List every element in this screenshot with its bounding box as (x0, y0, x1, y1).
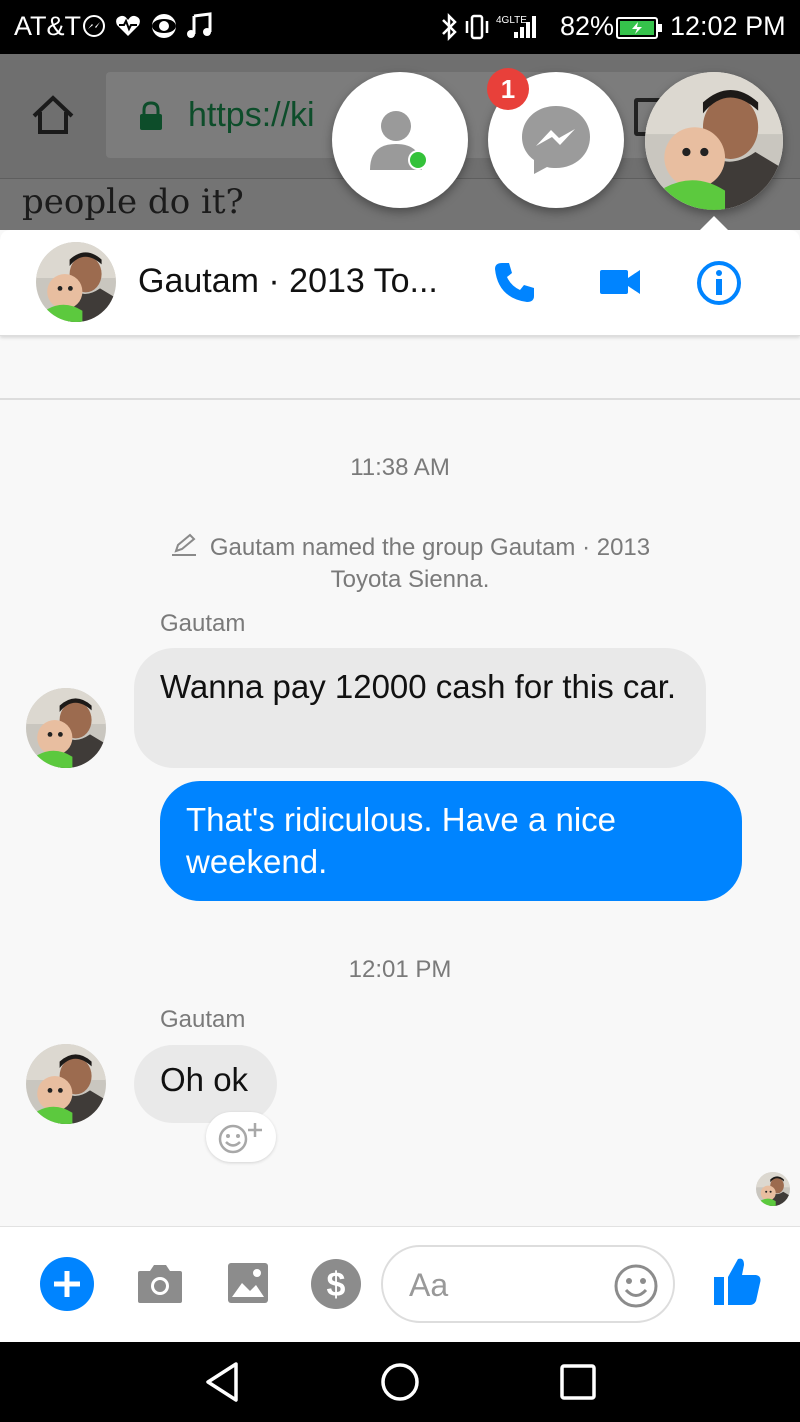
home-icon[interactable] (380, 1362, 420, 1402)
sender-avatar[interactable] (26, 1044, 106, 1124)
incoming-message[interactable]: Oh ok (134, 1045, 277, 1123)
conversation-title[interactable]: Gautam · 2013 To... (138, 262, 438, 301)
vibrate-icon (465, 14, 489, 40)
message-input-container[interactable] (381, 1245, 675, 1323)
phone-icon[interactable] (492, 260, 536, 304)
notification-icons (82, 12, 212, 40)
timestamp: 12:01 PM (348, 956, 452, 983)
heart-rate-icon (116, 15, 140, 37)
url-text: https://ki (188, 96, 315, 134)
page-text: people do it? (22, 182, 244, 222)
divider (0, 398, 800, 400)
incoming-message[interactable]: Wanna pay 12000 cash for this car. (134, 648, 706, 768)
unread-badge: 1 (487, 68, 529, 110)
plus-icon[interactable] (40, 1257, 94, 1311)
svg-text:4GLTE: 4GLTE (496, 15, 527, 26)
contact-avatar (645, 72, 783, 210)
message-input[interactable] (407, 1263, 611, 1307)
timestamp: 11:38 AM (350, 454, 450, 481)
add-reaction-button[interactable] (206, 1112, 276, 1162)
battery-icon (616, 17, 662, 39)
video-camera-icon[interactable] (598, 262, 642, 302)
group-rename-notice: Gautam named the group Gautam · 2013 Toy… (140, 532, 680, 596)
chat-panel: Gautam · 2013 To... 11:38 AM Gautam name… (0, 230, 800, 1342)
dollar-icon[interactable]: $ (310, 1258, 362, 1310)
music-note-icon (187, 12, 212, 38)
person-online-icon (370, 111, 428, 170)
pencil-icon (171, 533, 196, 556)
read-receipt-avatar (756, 1172, 790, 1206)
info-icon[interactable] (696, 260, 742, 306)
image-icon[interactable] (226, 1261, 270, 1305)
outgoing-message[interactable]: That's ridiculous. Have a nice weekend. (160, 781, 742, 901)
messenger-icon (522, 106, 590, 174)
back-icon[interactable] (202, 1360, 242, 1404)
carrier-label: AT&T (14, 11, 81, 41)
lock-icon (140, 101, 162, 130)
clock: 12:02 PM (670, 11, 786, 41)
signal-icon: 4GLTE (496, 15, 536, 38)
system-message-text: Gautam named the group Gautam · 2013 Toy… (209, 534, 651, 593)
android-nav-bar (0, 1342, 800, 1422)
svg-text:$: $ (327, 1266, 346, 1304)
system-icons: 4GLTE (440, 12, 542, 42)
smiley-icon[interactable] (613, 1263, 659, 1309)
bluetooth-icon (442, 12, 457, 42)
smiley-plus-icon (218, 1123, 262, 1154)
sender-name: Gautam (160, 1006, 246, 1033)
active-people-chat-head[interactable] (332, 72, 468, 208)
battery-percent: 82% (560, 11, 615, 41)
thumbs-up-icon[interactable] (712, 1255, 762, 1307)
messenger-notification-icon (83, 15, 105, 37)
conversation-header: Gautam · 2013 To... (0, 230, 800, 336)
composer: $ (0, 1226, 800, 1342)
recents-icon[interactable] (560, 1364, 596, 1400)
camera-icon[interactable] (136, 1261, 184, 1305)
sender-avatar[interactable] (26, 688, 106, 768)
status-bar: AT&T 4GLTE 82% 12:02 PM (0, 0, 800, 54)
selected-head-pointer (700, 216, 728, 230)
header-avatar[interactable] (36, 242, 116, 322)
cbs-icon (152, 14, 176, 38)
browser-home-icon[interactable] (30, 94, 76, 136)
contact-chat-head[interactable] (645, 72, 783, 210)
sender-name: Gautam (160, 610, 246, 637)
